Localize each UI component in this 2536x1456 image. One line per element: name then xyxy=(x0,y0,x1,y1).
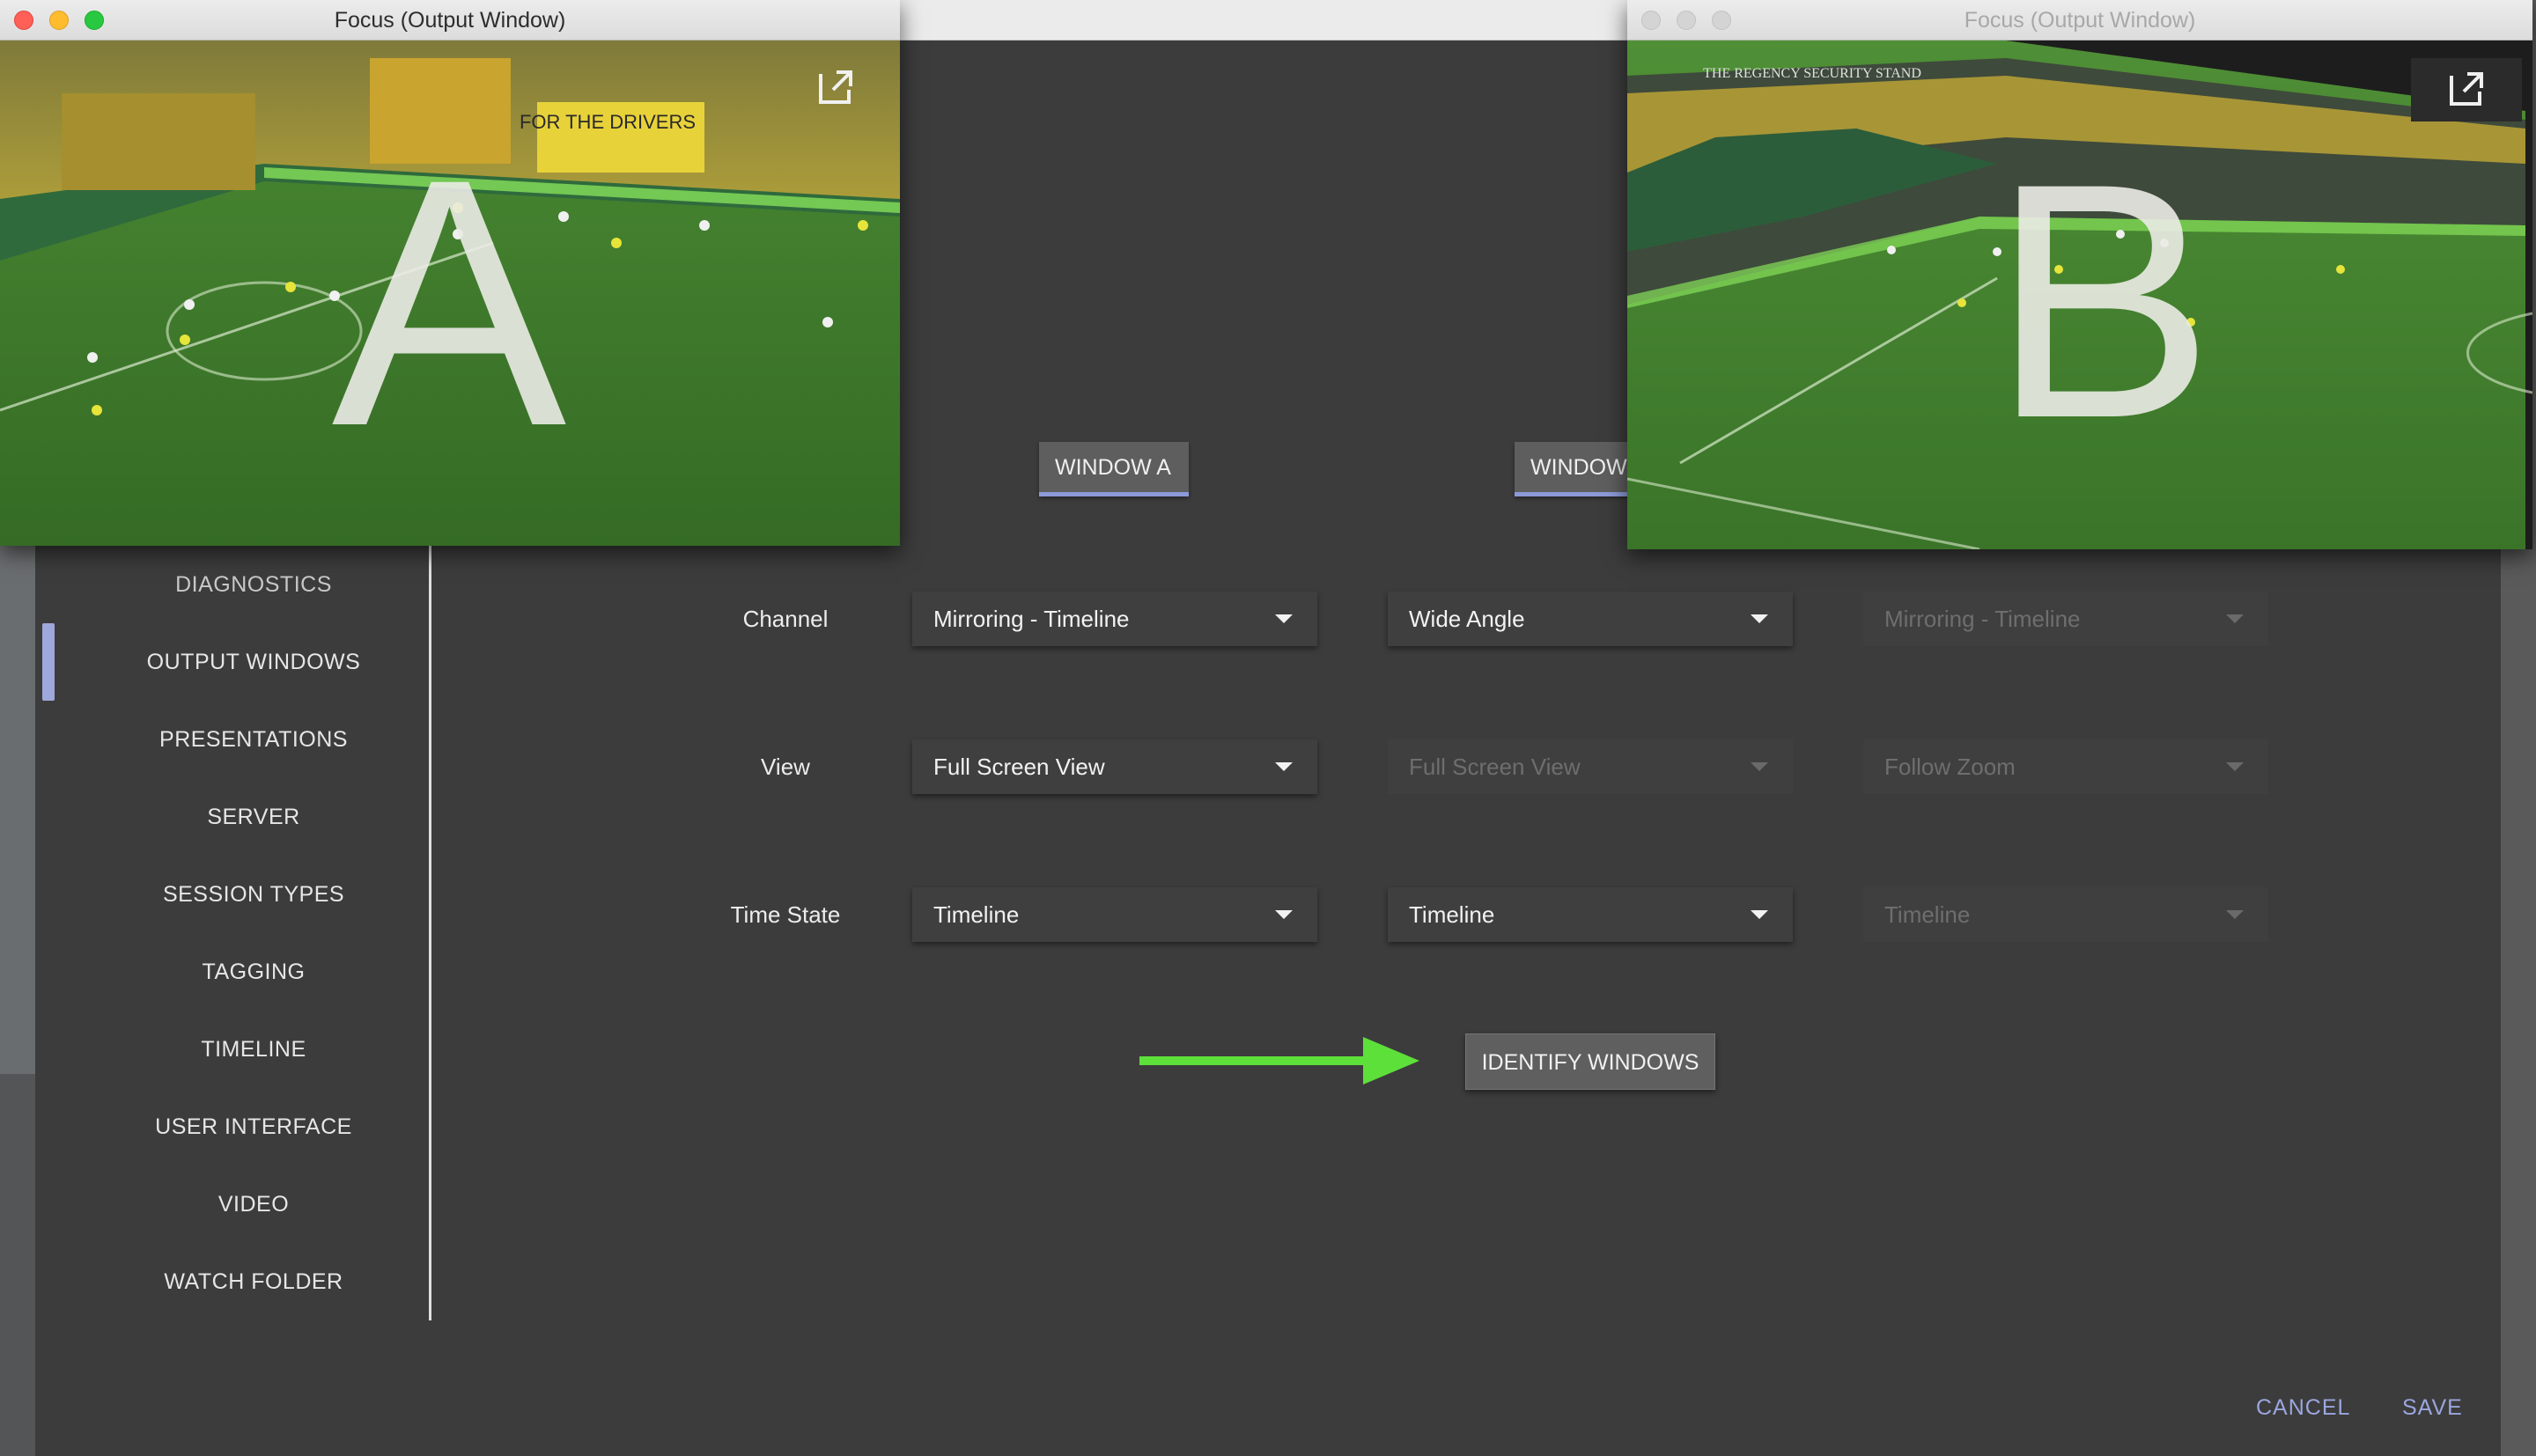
sidebar-item-tagging[interactable]: TAGGING xyxy=(55,941,452,1003)
output-window-a-video: FOR THE DRIVERS A xyxy=(0,40,900,546)
sidebar-item-video[interactable]: VIDEO xyxy=(55,1173,452,1235)
output-window-b-title: Focus (Output Window) xyxy=(1964,8,2196,33)
view-select-a[interactable]: Full Screen View xyxy=(912,739,1317,794)
window-a-identifier: A xyxy=(331,106,567,499)
output-window-a-title: Focus (Output Window) xyxy=(334,8,566,33)
background-window-edge-lower xyxy=(0,1074,35,1456)
channel-select-a-value: Mirroring - Timeline xyxy=(933,606,1130,632)
output-window-b[interactable]: Focus (Output Window) THE REGENCY SECURI… xyxy=(1627,0,2532,549)
sidebar-item-timeline[interactable]: TIMELINE xyxy=(55,1018,452,1080)
output-window-a[interactable]: Focus (Output Window) FOR THE DRIVERS A xyxy=(0,0,900,546)
output-window-b-video: THE REGENCY SECURITY STAND B xyxy=(1627,40,2532,549)
sidebar-item-watch-folder[interactable]: WATCH FOLDER xyxy=(55,1251,452,1313)
sidebar-item-user-interface[interactable]: USER INTERFACE xyxy=(55,1096,452,1158)
sidebar-item-diagnostics-label[interactable]: DIAGNOSTICS xyxy=(55,554,452,615)
view-select-b: Full Screen View xyxy=(1388,739,1793,794)
channel-select-b-value: Wide Angle xyxy=(1409,606,1525,632)
chevron-down-icon xyxy=(1751,614,1768,623)
chevron-down-icon xyxy=(2226,910,2244,919)
channel-select-c-value: Mirroring - Timeline xyxy=(1884,606,2081,632)
open-in-new-icon xyxy=(819,70,852,104)
channel-select-c: Mirroring - Timeline xyxy=(1863,592,2268,646)
chevron-down-icon xyxy=(1275,614,1293,623)
chevron-down-icon xyxy=(2226,762,2244,771)
output-window-b-titlebar[interactable]: Focus (Output Window) xyxy=(1627,0,2532,40)
time-state-select-a-value: Timeline xyxy=(933,901,1020,928)
time-state-select-a[interactable]: Timeline xyxy=(912,887,1317,942)
time-state-select-b-value: Timeline xyxy=(1409,901,1495,928)
chevron-down-icon xyxy=(1751,910,1768,919)
output-window-a-titlebar[interactable]: Focus (Output Window) xyxy=(0,0,900,40)
output-window-a-popout-button[interactable] xyxy=(808,60,863,114)
output-window-b-popout-button[interactable] xyxy=(2411,58,2522,121)
channel-select-b[interactable]: Wide Angle xyxy=(1388,592,1793,646)
view-label: View xyxy=(761,754,810,780)
chevron-down-icon xyxy=(2226,614,2244,623)
channel-label: Channel xyxy=(742,606,829,632)
sidebar-item-presentations[interactable]: PRESENTATIONS xyxy=(55,709,452,770)
chevron-down-icon xyxy=(1751,762,1768,771)
time-state-select-c-value: Timeline xyxy=(1884,901,1971,928)
save-button[interactable]: SAVE xyxy=(2402,1395,2463,1421)
window-b-identifier: B xyxy=(1991,114,2215,488)
time-state-label: Time State xyxy=(730,901,841,928)
stand-banner-text: THE REGENCY SECURITY STAND xyxy=(1703,66,1921,81)
green-arrow-annotation xyxy=(1139,1037,1419,1085)
chevron-down-icon xyxy=(1275,762,1293,771)
view-select-a-value: Full Screen View xyxy=(933,754,1105,780)
chevron-down-icon xyxy=(1275,910,1293,919)
time-state-select-b[interactable]: Timeline xyxy=(1388,887,1793,942)
sidebar-item-output-windows[interactable]: OUTPUT WINDOWS xyxy=(55,631,452,693)
channel-select-a[interactable]: Mirroring - Timeline xyxy=(912,592,1317,646)
sidebar-item-server[interactable]: SERVER xyxy=(55,786,452,848)
tab-window-a[interactable]: WINDOW A xyxy=(1039,442,1189,496)
view-select-b-value: Full Screen View xyxy=(1409,754,1581,780)
open-in-new-icon xyxy=(2450,72,2483,106)
identify-windows-button[interactable]: IDENTIFY WINDOWS xyxy=(1465,1033,1715,1090)
cancel-button[interactable]: CANCEL xyxy=(2256,1395,2350,1421)
sidebar-item-session-types[interactable]: SESSION TYPES xyxy=(55,864,452,925)
view-select-c: Follow Zoom xyxy=(1863,739,2268,794)
time-state-select-c: Timeline xyxy=(1863,887,2268,942)
view-select-c-value: Follow Zoom xyxy=(1884,754,2016,780)
